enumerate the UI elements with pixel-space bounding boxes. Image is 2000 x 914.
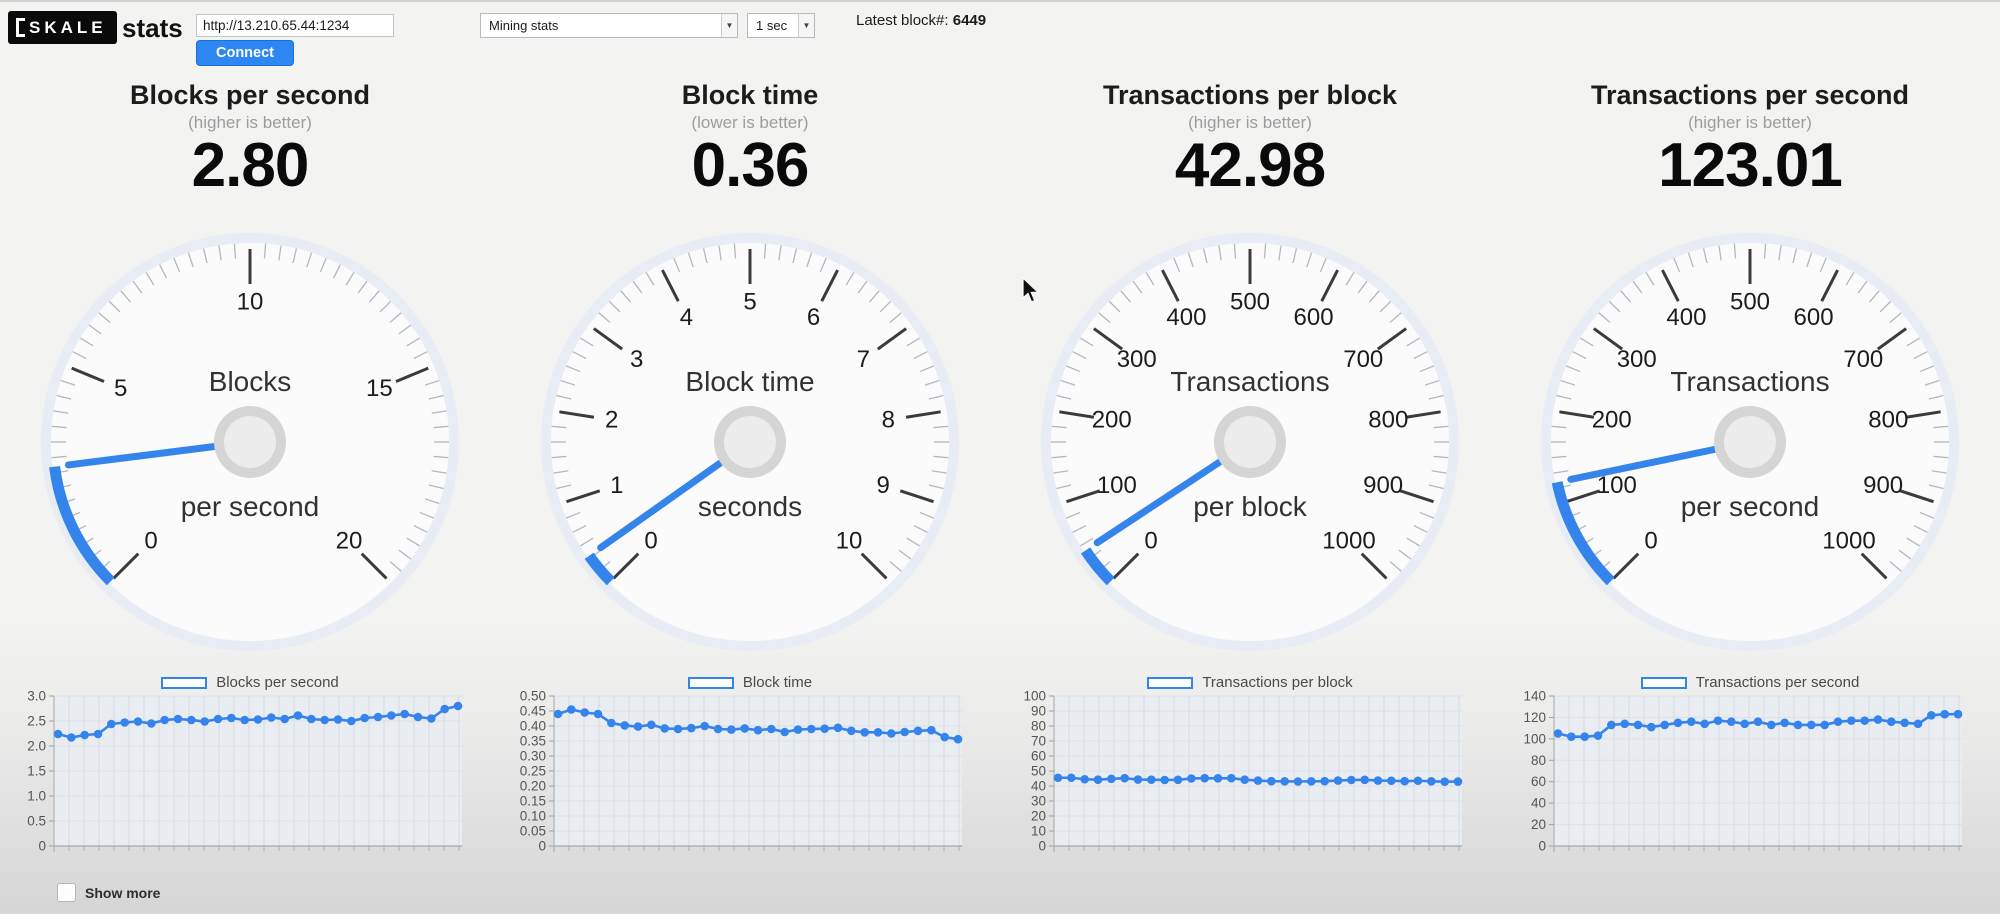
svg-text:2: 2 — [605, 407, 618, 434]
svg-text:0: 0 — [1038, 839, 1046, 854]
svg-text:400: 400 — [1666, 304, 1706, 331]
panel-title: Blocks per second — [0, 80, 500, 111]
stat-panel: Block time (lower is better) 0.36 012345… — [500, 2, 1000, 914]
svg-text:90: 90 — [1031, 704, 1046, 719]
panel-title: Block time — [500, 80, 1000, 111]
svg-text:0.25: 0.25 — [520, 764, 546, 779]
svg-text:10: 10 — [237, 289, 264, 316]
panel-value: 123.01 — [1500, 130, 2000, 201]
gauge-unit-top: Block time — [500, 366, 1000, 398]
svg-text:1000: 1000 — [1322, 527, 1375, 554]
gauge-unit-bottom: per block — [1000, 491, 1500, 523]
svg-text:1.5: 1.5 — [27, 764, 46, 779]
legend-swatch — [161, 677, 207, 689]
svg-text:500: 500 — [1230, 289, 1270, 316]
svg-text:0.50: 0.50 — [520, 689, 546, 704]
svg-text:80: 80 — [1531, 753, 1546, 768]
svg-text:20: 20 — [1031, 809, 1046, 824]
stat-panels: Blocks per second (higher is better) 2.8… — [0, 2, 2000, 914]
svg-text:0: 0 — [538, 839, 546, 854]
svg-text:200: 200 — [1092, 407, 1132, 434]
svg-text:20: 20 — [1531, 817, 1546, 832]
gauge: 012345678910 — [538, 230, 962, 654]
svg-text:0: 0 — [644, 527, 657, 554]
svg-text:60: 60 — [1031, 749, 1046, 764]
svg-text:2.0: 2.0 — [27, 739, 46, 754]
svg-text:70: 70 — [1031, 734, 1046, 749]
svg-text:3.0: 3.0 — [27, 689, 46, 704]
svg-text:0.30: 0.30 — [520, 749, 546, 764]
svg-text:100: 100 — [1523, 731, 1546, 746]
svg-text:800: 800 — [1368, 407, 1408, 434]
svg-text:0.10: 0.10 — [520, 809, 546, 824]
svg-text:0: 0 — [38, 839, 46, 854]
svg-text:500: 500 — [1730, 289, 1770, 316]
svg-text:80: 80 — [1031, 719, 1046, 734]
gauge-unit-bottom: per second — [1500, 491, 2000, 523]
stat-panel: Blocks per second (higher is better) 2.8… — [0, 2, 500, 914]
svg-text:20: 20 — [336, 527, 363, 554]
panel-title: Transactions per block — [1000, 80, 1500, 111]
gauge: 01002003004005006007008009001000 — [1538, 230, 1962, 654]
svg-text:0.5: 0.5 — [27, 814, 46, 829]
svg-text:0.15: 0.15 — [520, 794, 546, 809]
gauge: 05101520 — [38, 230, 462, 654]
svg-text:30: 30 — [1031, 794, 1046, 809]
svg-text:600: 600 — [1294, 304, 1334, 331]
legend-swatch — [1147, 677, 1193, 689]
svg-text:100: 100 — [1023, 689, 1046, 704]
svg-text:800: 800 — [1868, 407, 1908, 434]
gauge: 01002003004005006007008009001000 — [1038, 230, 1462, 654]
svg-text:0.45: 0.45 — [520, 704, 546, 719]
gauge-unit-bottom: seconds — [500, 491, 1000, 523]
svg-text:40: 40 — [1031, 779, 1046, 794]
show-more-row: Show more — [57, 883, 160, 902]
stat-panel: Transactions per block (higher is better… — [1000, 2, 1500, 914]
svg-text:0: 0 — [144, 527, 157, 554]
svg-text:0: 0 — [1538, 839, 1546, 854]
svg-text:120: 120 — [1523, 710, 1546, 725]
svg-text:0.20: 0.20 — [520, 779, 546, 794]
svg-text:1000: 1000 — [1822, 527, 1875, 554]
svg-text:4: 4 — [680, 304, 693, 331]
gauge-unit-bottom: per second — [0, 491, 500, 523]
panel-value: 0.36 — [500, 130, 1000, 201]
svg-text:0.40: 0.40 — [520, 719, 546, 734]
svg-text:140: 140 — [1523, 689, 1546, 704]
history-chart: 0.500.450.400.350.300.250.200.150.100.05… — [510, 688, 980, 873]
panel-value: 42.98 — [1000, 130, 1500, 201]
gauge-unit-top: Transactions — [1000, 366, 1500, 398]
history-chart: 3.0 2.5 2.0 1.5 1.0 0.5 0 — [10, 688, 480, 873]
gauge-unit-top: Transactions — [1500, 366, 2000, 398]
svg-text:1.0: 1.0 — [27, 789, 46, 804]
svg-text:8: 8 — [882, 407, 895, 434]
history-chart: 1009080706050403020100 — [1010, 688, 1480, 873]
svg-text:0.35: 0.35 — [520, 734, 546, 749]
svg-text:600: 600 — [1794, 304, 1834, 331]
svg-text:40: 40 — [1531, 796, 1546, 811]
svg-text:2.5: 2.5 — [27, 714, 46, 729]
svg-text:400: 400 — [1166, 304, 1206, 331]
panel-value: 2.80 — [0, 130, 500, 201]
svg-text:60: 60 — [1531, 774, 1546, 789]
svg-text:50: 50 — [1031, 764, 1046, 779]
svg-text:5: 5 — [743, 289, 756, 316]
svg-text:0: 0 — [1644, 527, 1657, 554]
legend-swatch — [1641, 677, 1687, 689]
gauge-unit-top: Blocks — [0, 366, 500, 398]
legend-swatch — [688, 677, 734, 689]
svg-text:200: 200 — [1592, 407, 1632, 434]
panel-title: Transactions per second — [1500, 80, 2000, 111]
svg-text:0.05: 0.05 — [520, 824, 546, 839]
svg-text:10: 10 — [1031, 824, 1046, 839]
svg-text:10: 10 — [836, 527, 863, 554]
show-more-checkbox[interactable] — [57, 883, 76, 902]
history-chart: 140 120 100 80 60 40 20 0 — [1510, 688, 1980, 873]
svg-text:6: 6 — [807, 304, 820, 331]
show-more-label[interactable]: Show more — [85, 885, 160, 901]
stat-panel: Transactions per second (higher is bette… — [1500, 2, 2000, 914]
svg-text:0: 0 — [1144, 527, 1157, 554]
